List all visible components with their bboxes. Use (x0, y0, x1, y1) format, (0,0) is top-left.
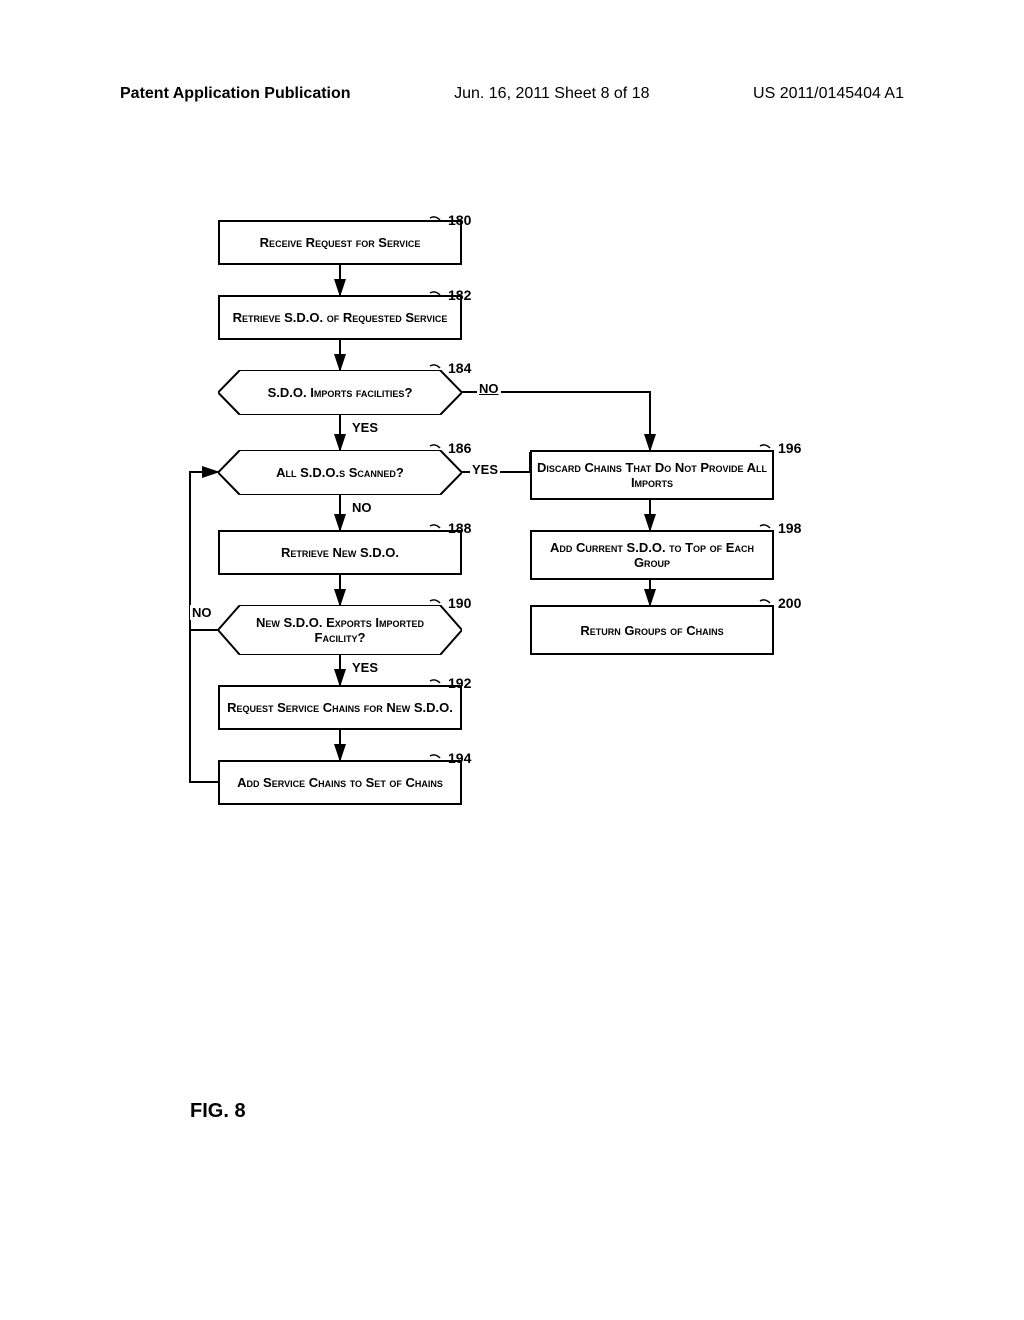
figure-label: FIG. 8 (190, 1100, 246, 1123)
ref-180: 180 (448, 212, 471, 228)
label-no-190: NO (190, 605, 214, 620)
box-add-service-chains: Add Service Chains to Set of Chains (218, 760, 462, 805)
box-return-groups: Return Groups of Chains (530, 605, 774, 655)
box-discard-chains: Discard Chains That Do Not Provide All I… (530, 450, 774, 500)
decision-text: S.D.O. Imports facilities? (240, 385, 441, 400)
box-text: Add Service Chains to Set of Chains (237, 775, 443, 790)
box-text: Retrieve New S.D.O. (281, 545, 399, 560)
header-right: US 2011/0145404 A1 (753, 85, 904, 103)
label-no-186: NO (350, 500, 374, 515)
ref-194: 194 (448, 750, 471, 766)
ref-186: 186 (448, 440, 471, 456)
ref-192: 192 (448, 675, 471, 691)
label-yes-184: YES (350, 420, 380, 435)
ref-190: 190 (448, 595, 471, 611)
box-text: Add Current S.D.O. to Top of Each Group (536, 540, 768, 570)
box-add-current-sdo: Add Current S.D.O. to Top of Each Group (530, 530, 774, 580)
box-text: Discard Chains That Do Not Provide All I… (536, 460, 768, 490)
ref-196: 196 (778, 440, 801, 456)
ref-182: 182 (448, 287, 471, 303)
ref-188: 188 (448, 520, 471, 536)
label-yes-190: YES (350, 660, 380, 675)
box-request-service-chains: Request Service Chains for New S.D.O. (218, 685, 462, 730)
box-text: Receive Request for Service (260, 235, 421, 250)
box-receive-request: Receive Request for Service (218, 220, 462, 265)
box-retrieve-new-sdo: Retrieve New S.D.O. (218, 530, 462, 575)
box-retrieve-sdo: Retrieve S.D.O. of Requested Service (218, 295, 462, 340)
ref-200: 200 (778, 595, 801, 611)
header-left: Patent Application Publication (120, 85, 351, 103)
label-no-184: NO (477, 381, 501, 396)
label-yes-186: YES (470, 462, 500, 477)
header-center: Jun. 16, 2011 Sheet 8 of 18 (454, 85, 649, 103)
decision-new-sdo-exports: New S.D.O. Exports Imported Facility? (218, 605, 462, 655)
decision-all-scanned: All S.D.O.s Scanned? (218, 450, 462, 495)
decision-imports-facilities: S.D.O. Imports facilities? (218, 370, 462, 415)
box-text: Request Service Chains for New S.D.O. (227, 700, 453, 715)
decision-text: New S.D.O. Exports Imported Facility? (218, 615, 462, 645)
box-text: Return Groups of Chains (580, 623, 723, 638)
flowchart-diagram: Receive Request for Service 180 Retrieve… (180, 210, 880, 990)
box-text: Retrieve S.D.O. of Requested Service (233, 310, 448, 325)
ref-184: 184 (448, 360, 471, 376)
header: Patent Application Publication Jun. 16, … (0, 85, 1024, 103)
decision-text: All S.D.O.s Scanned? (248, 465, 432, 480)
ref-198: 198 (778, 520, 801, 536)
